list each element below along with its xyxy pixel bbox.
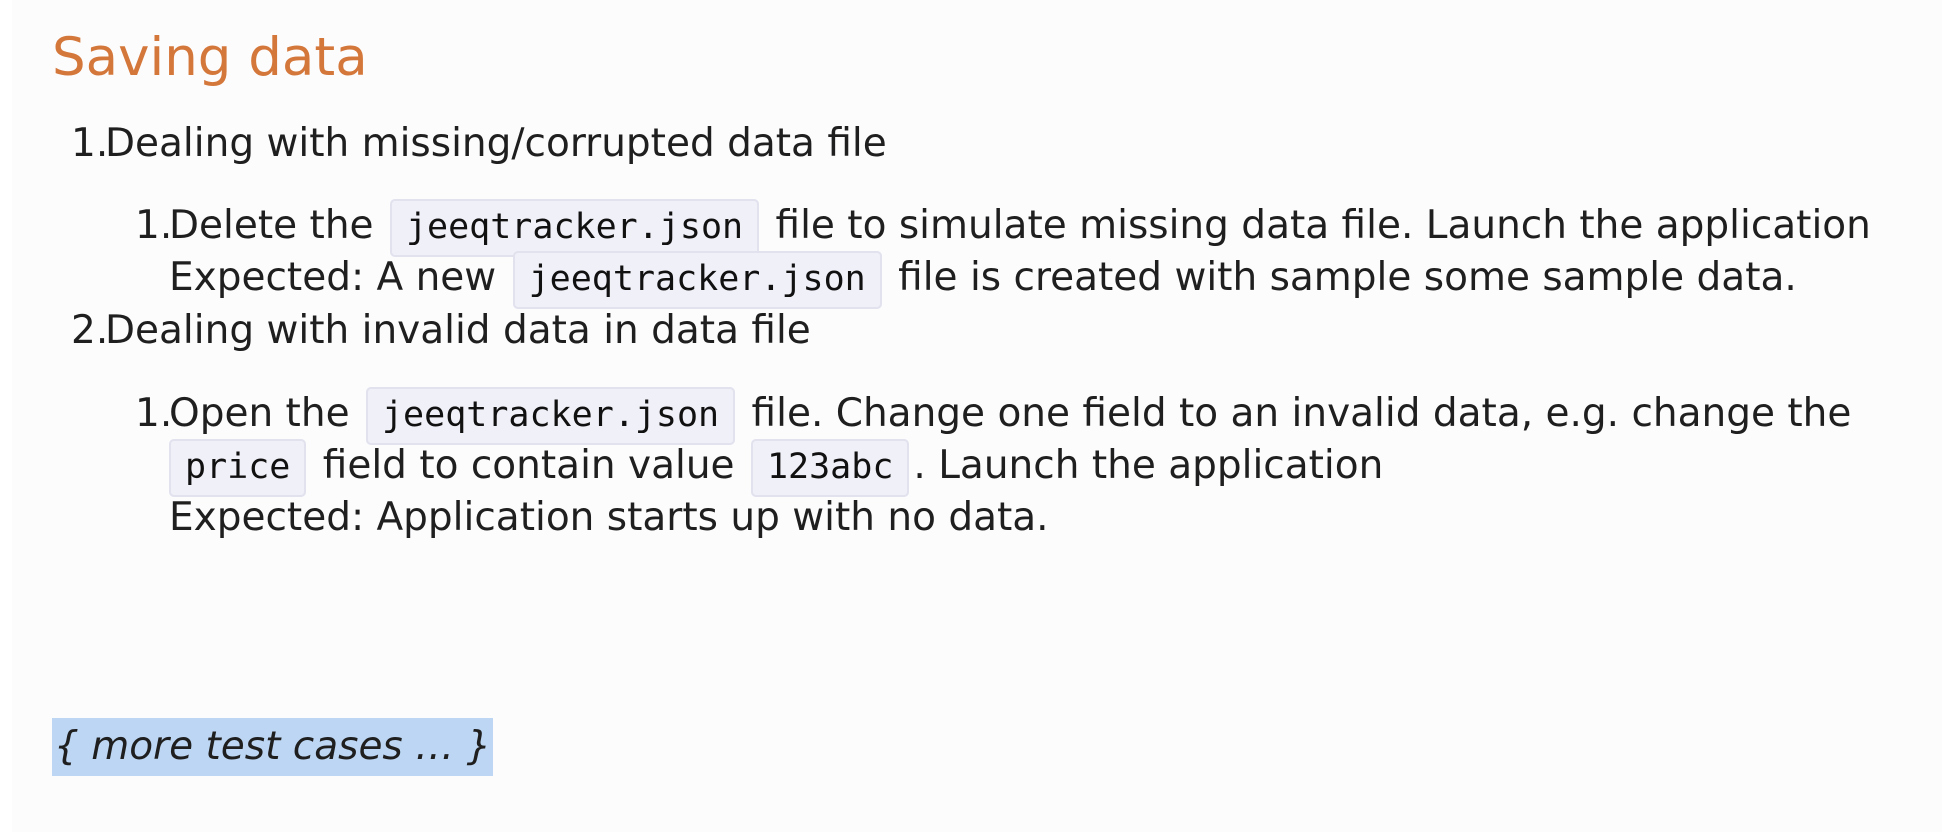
section-heading: Saving data bbox=[52, 27, 368, 88]
list-item-number: 1. bbox=[71, 121, 109, 166]
sub-item-text-line: Open the jeeqtracker.json file. Change o… bbox=[169, 387, 1852, 445]
list-item-number: 2. bbox=[71, 308, 109, 353]
text-span: field to contain value bbox=[322, 443, 735, 488]
expected-result-line: Expected: A new jeeqtracker.json file is… bbox=[169, 251, 1797, 309]
text-span: Delete the bbox=[169, 203, 374, 248]
text-span: Open the bbox=[169, 391, 350, 436]
sub-item-number: 1. bbox=[135, 391, 173, 436]
sub-item-text-line: Delete the jeeqtracker.json file to simu… bbox=[169, 199, 1871, 257]
inline-code: jeeqtracker.json bbox=[512, 251, 882, 309]
sub-item-text-line: price field to contain value 123abc. Lau… bbox=[169, 439, 1384, 497]
list-item-heading: Dealing with missing/corrupted data file bbox=[105, 121, 887, 166]
document-page: Saving data 1. Dealing with missing/corr… bbox=[12, 0, 1942, 832]
inline-code: jeeqtracker.json bbox=[365, 387, 736, 445]
expected-result-line: Expected: Application starts up with no … bbox=[169, 498, 1049, 537]
more-test-cases-placeholder: { more test cases … } bbox=[52, 718, 494, 776]
inline-code: price bbox=[169, 439, 307, 497]
list-item-heading: Dealing with invalid data in data file bbox=[105, 308, 811, 353]
inline-code: 123abc bbox=[750, 439, 910, 497]
inline-code: jeeqtracker.json bbox=[389, 199, 760, 257]
text-span: file is created with sample some sample … bbox=[898, 255, 1797, 300]
text-span: Expected: Application starts up with no … bbox=[169, 495, 1049, 540]
text-span: file to simulate missing data file. Laun… bbox=[775, 203, 1871, 248]
text-span: Expected: A new bbox=[169, 255, 497, 300]
text-span: . Launch the application bbox=[913, 443, 1384, 488]
sub-item-number: 1. bbox=[135, 203, 173, 248]
text-span: file. Change one field to an invalid dat… bbox=[751, 391, 1852, 436]
